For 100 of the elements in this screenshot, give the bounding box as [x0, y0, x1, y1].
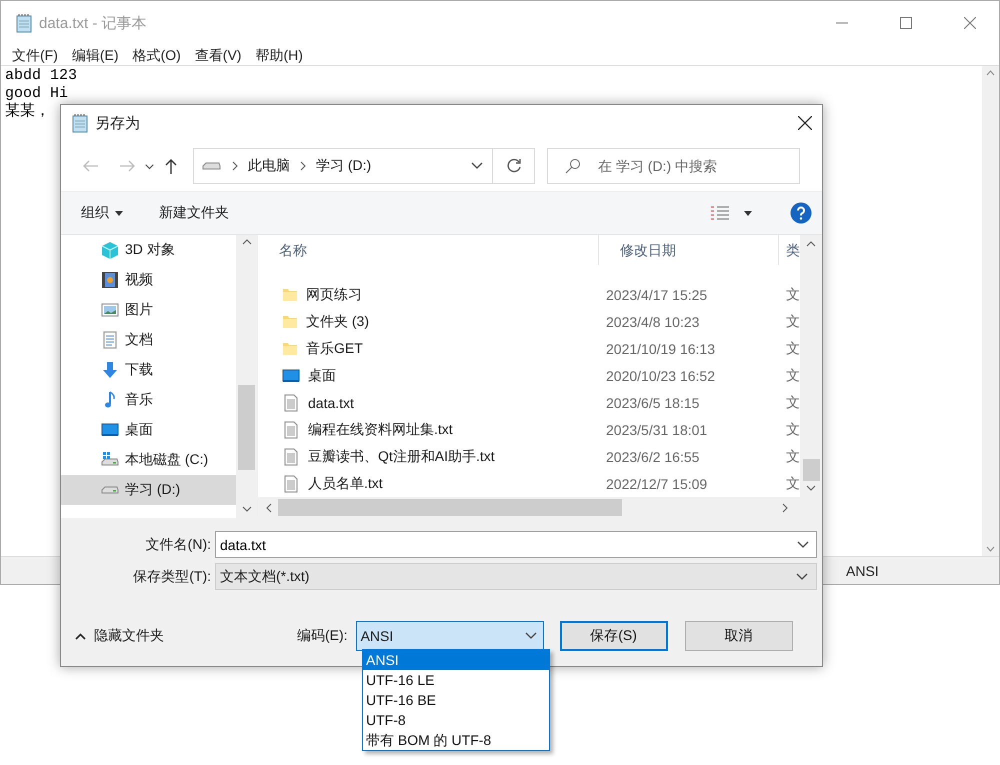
notepad-icon [71, 113, 89, 133]
save-type-dropdown[interactable]: 文本文档(*.txt) [215, 563, 817, 590]
encoding-option[interactable]: UTF-16 LE [363, 670, 549, 690]
search-icon [565, 158, 581, 174]
download-arrow-icon [101, 361, 119, 379]
scroll-down-icon[interactable] [242, 506, 252, 512]
file-name[interactable]: 豆瓣读书、Qt注册和AI助手.txt [308, 448, 495, 466]
file-type: 文 [786, 474, 799, 490]
file-name[interactable]: 编程在线资料网址集.txt [308, 420, 453, 438]
nav-item[interactable]: 视频 [61, 265, 236, 295]
cancel-button[interactable]: 取消 [684, 621, 793, 651]
modified-date: 2023/4/17 15:25 [606, 286, 708, 302]
file-type: 文 [786, 340, 799, 356]
menu-item[interactable]: 文件(F) [5, 45, 65, 65]
nav-item[interactable]: 音乐 [61, 385, 236, 415]
picture-icon [101, 301, 119, 319]
modified-date: 2023/6/5 18:15 [606, 394, 700, 410]
dropdown-caret-icon [115, 210, 123, 216]
file-name[interactable]: data.txt [308, 394, 354, 410]
menu-item[interactable]: 帮助(H) [248, 45, 310, 65]
file-type: 文 [786, 448, 799, 464]
breadcrumb-item[interactable]: 学习 (D:) [316, 157, 372, 175]
desktop-icon [282, 366, 300, 384]
text-file-icon [282, 420, 300, 438]
text-line: 某某， [5, 103, 51, 121]
drive-icon [101, 486, 119, 494]
encoding-option[interactable]: ANSI [363, 650, 549, 670]
document-icon [101, 331, 119, 349]
hide-folders-toggle[interactable]: 隐藏文件夹 [75, 627, 164, 645]
encoding-option[interactable]: UTF-16 BE [363, 690, 549, 710]
dropdown-caret-icon[interactable] [744, 210, 752, 216]
save-button[interactable]: 保存(S) [560, 621, 668, 651]
field-label: 文件名(N): [144, 536, 211, 554]
file-name[interactable]: 音乐GET [306, 340, 363, 358]
view-options-icon[interactable] [710, 205, 730, 221]
maximize-icon[interactable] [900, 17, 912, 29]
scroll-up-icon[interactable] [242, 239, 252, 245]
breadcrumb-chevron-icon [232, 161, 238, 171]
menu-item[interactable]: 查看(V) [188, 45, 248, 65]
scrollbar-thumb[interactable] [238, 385, 255, 470]
dropdown-chevron-icon [796, 572, 808, 580]
refresh-icon[interactable] [506, 158, 522, 174]
nav-item[interactable]: 3D 对象 [61, 235, 236, 265]
text-file-icon [282, 448, 300, 466]
nav-item[interactable]: 学习 (D:) [61, 475, 236, 505]
file-name[interactable]: 文件夹 (3) [306, 312, 369, 330]
modified-date: 2023/6/2 16:55 [606, 448, 700, 464]
window-title: data.txt - 记事本 [39, 14, 148, 32]
nav-item[interactable]: 下载 [61, 355, 236, 385]
field-label: 保存类型(T): [132, 568, 211, 586]
scrollbar-thumb[interactable] [802, 459, 820, 481]
dialog-title: 另存为 [95, 114, 141, 132]
column-header[interactable]: 修改日期 [599, 235, 779, 265]
encoding-option[interactable]: 带有 BOM 的 UTF-8 [363, 730, 549, 750]
column-header[interactable]: 类 [779, 235, 800, 265]
recent-locations-icon [145, 163, 154, 171]
modified-date: 2020/10/23 16:52 [606, 368, 715, 384]
desktop-icon [101, 421, 119, 439]
scroll-down-icon[interactable] [806, 485, 816, 491]
new-folder-button[interactable]: 新建文件夹 [159, 204, 229, 222]
modified-date: 2021/10/19 16:13 [606, 340, 715, 356]
notepad-icon [15, 13, 33, 33]
close-icon[interactable] [798, 116, 812, 130]
file-type: 文 [786, 312, 799, 328]
breadcrumb-chevron-icon [300, 161, 306, 171]
scroll-up-icon[interactable] [986, 70, 995, 76]
help-icon[interactable] [790, 202, 812, 224]
organize-menu[interactable]: 组织 [81, 204, 123, 222]
modified-date: 2023/4/8 10:23 [606, 314, 700, 330]
encoding-dropdown[interactable]: ANSI [356, 621, 544, 651]
up-arrow-icon[interactable] [165, 158, 177, 174]
nav-item[interactable]: 图片 [61, 295, 236, 325]
encoding-option[interactable]: UTF-8 [363, 710, 549, 730]
file-type: 文 [786, 286, 799, 302]
menu-item[interactable]: 编辑(E) [64, 45, 126, 65]
dropdown-chevron-icon [797, 541, 809, 549]
nav-item[interactable]: 文档 [61, 325, 236, 355]
dropdown-chevron-icon [524, 632, 537, 640]
scroll-down-icon[interactable] [986, 546, 995, 552]
scroll-left-icon[interactable] [266, 502, 272, 512]
file-type: 文 [786, 394, 799, 410]
file-name[interactable]: 桌面 [308, 366, 336, 384]
scrollbar-thumb[interactable] [278, 499, 622, 516]
column-header[interactable]: 名称 [258, 235, 599, 265]
address-dropdown-icon [471, 162, 483, 170]
text-line: abdd 123 [5, 67, 78, 85]
nav-item[interactable]: 本地磁盘 (C:) [61, 445, 236, 475]
encoding-label: 编码(E): [297, 627, 348, 645]
scroll-right-icon[interactable] [782, 502, 788, 512]
menu-item[interactable]: 格式(O) [126, 45, 188, 65]
nav-item[interactable]: 桌面 [61, 415, 236, 445]
text-file-icon [282, 474, 300, 492]
file-name[interactable]: 人员名单.txt [308, 474, 383, 492]
scroll-up-icon[interactable] [806, 241, 816, 247]
search-field[interactable]: 在 学习 (D:) 中搜索 [547, 148, 800, 184]
modified-date: 2023/5/31 18:01 [606, 422, 708, 438]
breadcrumb-item[interactable]: 此电脑 [248, 157, 290, 175]
file-name-field[interactable]: data.txt [215, 531, 817, 558]
file-name[interactable]: 网页练习 [306, 286, 362, 304]
cube-icon [101, 241, 119, 259]
